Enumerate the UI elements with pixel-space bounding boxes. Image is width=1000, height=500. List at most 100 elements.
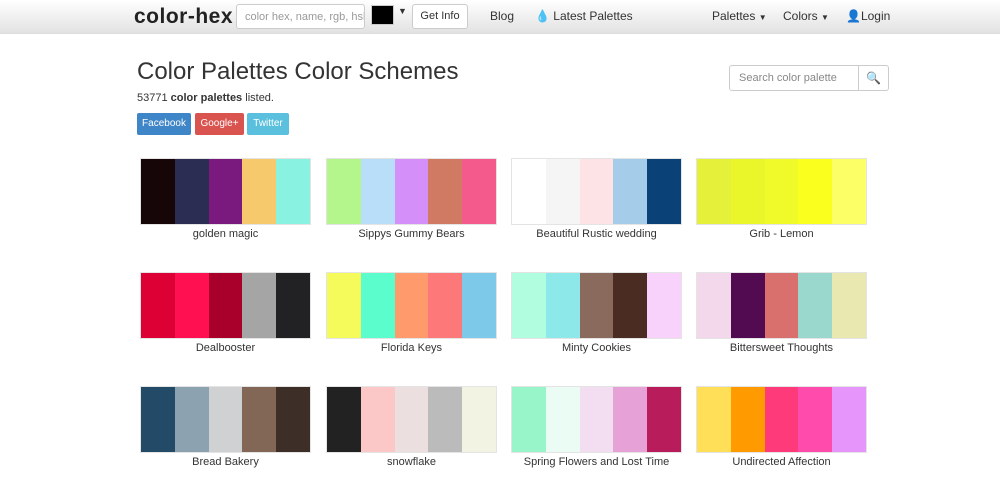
nav-colors-dropdown[interactable]: Colors ▼ [783, 9, 829, 23]
nav-latest-palettes[interactable]: 💧 Latest Palettes [535, 9, 633, 23]
color-swatch[interactable] [242, 159, 277, 224]
color-swatch[interactable] [764, 273, 799, 338]
palette-card[interactable]: Florida Keys [326, 272, 497, 354]
palette-name[interactable]: Bread Bakery [140, 456, 311, 468]
twitter-button[interactable]: Twitter [247, 113, 289, 135]
nav-login[interactable]: 👤Login [846, 9, 890, 23]
caret-down-icon[interactable]: ▼ [398, 6, 407, 16]
palette-card[interactable]: Sippys Gummy Bears [326, 158, 497, 240]
palette-search-input[interactable]: Search color palette [739, 72, 837, 84]
color-swatch[interactable] [327, 159, 361, 224]
color-swatch[interactable] [730, 273, 765, 338]
color-swatch[interactable] [613, 273, 648, 338]
color-swatch[interactable] [832, 159, 866, 224]
palette-name[interactable]: Spring Flowers and Lost Time [511, 456, 682, 468]
color-swatch[interactable] [242, 387, 277, 452]
color-swatch[interactable] [327, 387, 361, 452]
palette-swatches[interactable] [140, 272, 311, 339]
color-swatch[interactable] [242, 273, 277, 338]
color-swatch[interactable] [327, 273, 361, 338]
color-swatch[interactable] [613, 159, 648, 224]
color-swatch[interactable] [462, 159, 496, 224]
palette-card[interactable]: Undirected Affection [696, 386, 867, 468]
color-swatch[interactable] [428, 159, 463, 224]
color-swatch[interactable] [730, 387, 765, 452]
color-swatch[interactable] [462, 387, 496, 452]
palette-card[interactable]: Bittersweet Thoughts [696, 272, 867, 354]
color-swatch[interactable] [208, 159, 243, 224]
palette-card[interactable]: Grib - Lemon [696, 158, 867, 240]
color-swatch[interactable] [276, 273, 310, 338]
color-swatch[interactable] [579, 159, 614, 224]
palette-swatches[interactable] [696, 158, 867, 225]
palette-swatches[interactable] [511, 386, 682, 453]
color-search-input[interactable]: color hex, name, rgb, hsl [236, 4, 365, 29]
color-swatch[interactable] [174, 273, 209, 338]
color-swatch[interactable] [545, 273, 580, 338]
color-swatch[interactable] [579, 273, 614, 338]
palette-swatches[interactable] [511, 272, 682, 339]
palette-name[interactable]: Undirected Affection [696, 456, 867, 468]
logo[interactable]: color-hex [134, 5, 233, 29]
palette-card[interactable]: Minty Cookies [511, 272, 682, 354]
get-info-button[interactable]: Get Info [412, 4, 468, 29]
palette-card[interactable]: Beautiful Rustic wedding [511, 158, 682, 240]
color-swatch[interactable] [647, 273, 681, 338]
color-swatch[interactable] [512, 273, 546, 338]
palette-name[interactable]: Dealbooster [140, 342, 311, 354]
color-swatch[interactable] [141, 159, 175, 224]
color-swatch[interactable] [545, 387, 580, 452]
color-swatch[interactable] [174, 159, 209, 224]
palette-swatches[interactable] [326, 158, 497, 225]
color-swatch[interactable] [360, 387, 395, 452]
palette-name[interactable]: golden magic [140, 228, 311, 240]
palette-card[interactable]: Bread Bakery [140, 386, 311, 468]
palette-name[interactable]: Grib - Lemon [696, 228, 867, 240]
palette-name[interactable]: Beautiful Rustic wedding [511, 228, 682, 240]
color-swatch[interactable] [512, 159, 546, 224]
color-swatch[interactable] [276, 387, 310, 452]
google-plus-button[interactable]: Google+ [195, 113, 244, 135]
color-swatch[interactable] [208, 273, 243, 338]
color-swatch[interactable] [798, 387, 833, 452]
color-swatch[interactable] [512, 387, 546, 452]
palette-search[interactable]: Search color palette 🔍 [729, 65, 889, 91]
color-swatch[interactable] [394, 387, 429, 452]
color-swatch[interactable] [394, 273, 429, 338]
color-swatch[interactable] [798, 273, 833, 338]
palette-swatches[interactable] [696, 272, 867, 339]
color-swatch[interactable] [832, 387, 866, 452]
nav-palettes-dropdown[interactable]: Palettes ▼ [712, 9, 767, 23]
palette-card[interactable]: golden magic [140, 158, 311, 240]
palette-name[interactable]: Bittersweet Thoughts [696, 342, 867, 354]
color-swatch[interactable] [428, 387, 463, 452]
color-swatch[interactable] [545, 159, 580, 224]
color-swatch[interactable] [647, 387, 681, 452]
color-swatch[interactable] [697, 273, 731, 338]
color-swatch[interactable] [613, 387, 648, 452]
color-swatch[interactable] [697, 159, 731, 224]
palette-name[interactable]: Minty Cookies [511, 342, 682, 354]
color-swatch[interactable] [579, 387, 614, 452]
nav-blog[interactable]: Blog [490, 9, 514, 23]
color-swatch[interactable] [174, 387, 209, 452]
color-swatch[interactable] [764, 387, 799, 452]
color-swatch[interactable] [462, 273, 496, 338]
palette-swatches[interactable] [326, 272, 497, 339]
color-swatch[interactable] [276, 159, 310, 224]
color-swatch[interactable] [832, 273, 866, 338]
palette-card[interactable]: snowflake [326, 386, 497, 468]
color-picker[interactable] [371, 5, 394, 25]
palette-name[interactable]: Sippys Gummy Bears [326, 228, 497, 240]
color-swatch[interactable] [141, 273, 175, 338]
color-swatch[interactable] [208, 387, 243, 452]
palette-name[interactable]: snowflake [326, 456, 497, 468]
color-swatch[interactable] [428, 273, 463, 338]
palette-swatches[interactable] [696, 386, 867, 453]
color-swatch[interactable] [730, 159, 765, 224]
palette-name[interactable]: Florida Keys [326, 342, 497, 354]
palette-card[interactable]: Spring Flowers and Lost Time [511, 386, 682, 468]
search-button[interactable]: 🔍 [858, 66, 888, 90]
palette-swatches[interactable] [326, 386, 497, 453]
color-swatch[interactable] [394, 159, 429, 224]
